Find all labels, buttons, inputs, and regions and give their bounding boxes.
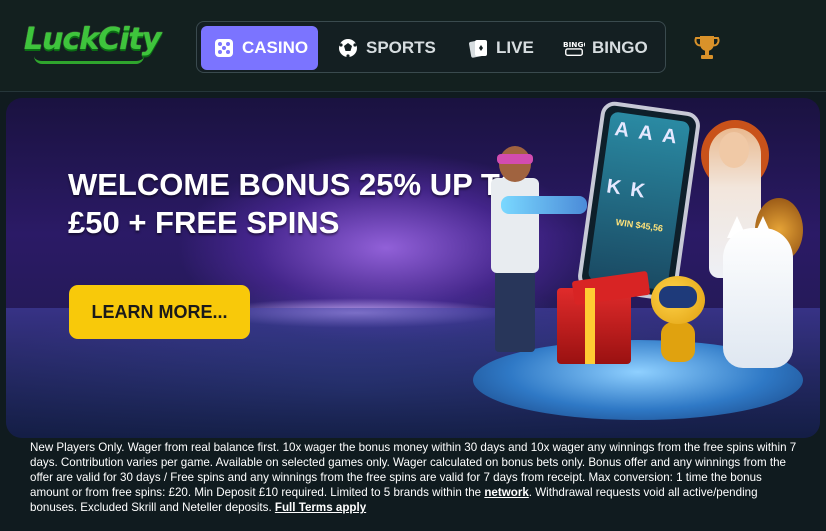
water-gun [501,196,587,214]
goddess-face [719,132,749,168]
full-terms-link[interactable]: Full Terms apply [275,501,366,514]
character-legs [495,270,535,352]
gift-ribbon [585,288,595,364]
nav-tab-live-label: LIVE [496,38,534,57]
character-head [499,146,531,182]
reel-symbol: A [613,118,631,142]
learn-more-button[interactable]: LEARN MORE... [69,285,250,339]
terms-text: New Players Only. Wager from real balanc… [30,440,800,515]
svg-text:BINGO!: BINGO! [563,40,585,49]
scientist-character [491,178,539,273]
slot-win-label: WIN $45,56 [615,217,664,234]
site-header: LuckCity CASINO SPORTS LIVE BINGO! BIN [0,0,826,92]
logo-swoosh [34,56,144,64]
logo-text: LuckCity [24,22,161,57]
reel-symbol: A [637,121,655,146]
character-goggles [497,154,533,164]
reel-symbol: A [660,124,679,149]
promo-banner: WELCOME BONUS 25% UP TO £50 + FREE SPINS… [6,98,820,438]
nav-tab-sports-label: SPORTS [366,38,436,57]
dice-icon [213,37,235,59]
banner-artwork: A A A K K WIN $45,56 [461,98,820,438]
slot-screen: A A A K K WIN $45,56 [587,111,691,291]
reel-symbol: K [628,178,647,203]
nav-tab-casino[interactable]: CASINO [201,26,318,70]
cards-icon [467,37,489,59]
nav-tab-bingo-label: BINGO [592,38,648,57]
white-wolf [723,228,793,368]
luckcity-logo[interactable]: LuckCity [24,20,161,66]
nav-tab-live[interactable]: LIVE [467,26,547,70]
soccer-ball-icon [337,37,359,59]
main-nav: CASINO SPORTS LIVE BINGO! BINGO [196,21,666,73]
nav-tab-casino-label: CASINO [242,38,309,57]
network-link[interactable]: network [484,486,528,499]
nav-tab-bingo[interactable]: BINGO! BINGO [563,26,663,70]
bingo-icon: BINGO! [563,37,585,59]
trophy-icon[interactable] [692,32,722,62]
robot-face [659,286,697,308]
robot-body [661,322,695,362]
nav-tab-sports[interactable]: SPORTS [337,26,447,70]
reel-symbol: K [605,175,623,200]
